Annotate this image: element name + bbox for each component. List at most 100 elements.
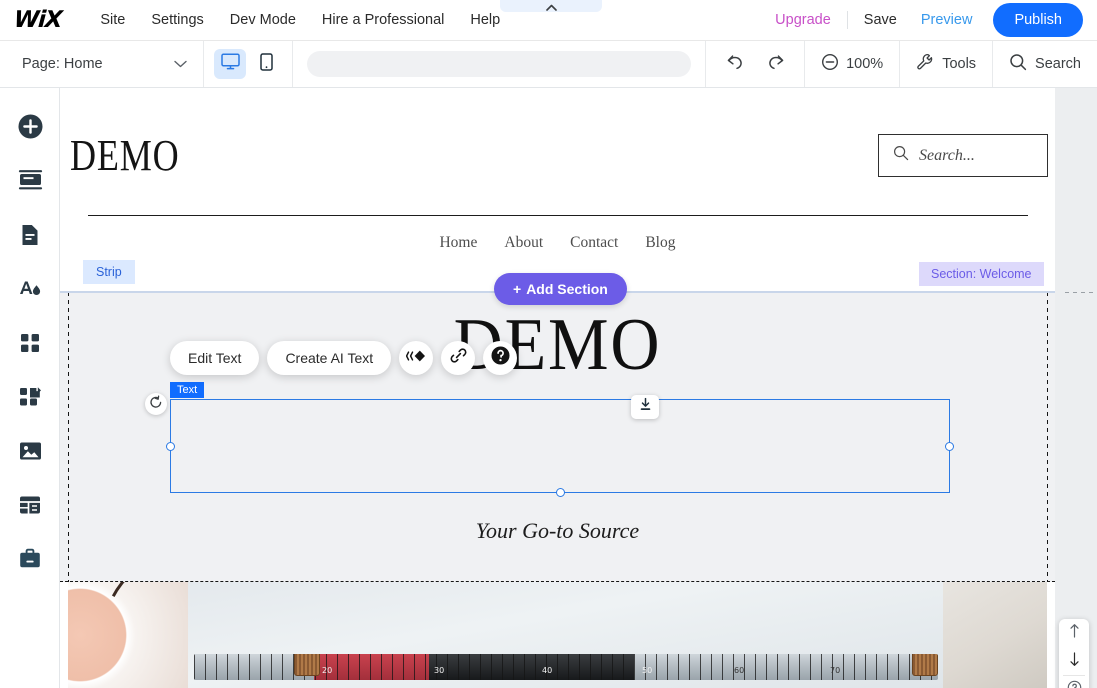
wrench-icon (916, 53, 934, 76)
add-section-label: Add Section (526, 281, 608, 297)
device-switcher (204, 41, 293, 87)
image-center-panel: 20 30 40 50 60 70 (188, 582, 943, 688)
add-plus-icon (17, 113, 44, 145)
link-button[interactable] (441, 341, 475, 375)
scroll-down-button[interactable] (1059, 647, 1089, 675)
app-market-icon (18, 385, 43, 414)
create-ai-text-button[interactable]: Create AI Text (267, 341, 391, 375)
scroll-up-button[interactable] (1059, 619, 1089, 647)
section-icon (18, 168, 43, 198)
desktop-icon (221, 53, 240, 75)
save-element-button[interactable] (631, 395, 659, 419)
editor-search-input[interactable] (307, 51, 691, 77)
redo-button[interactable] (762, 50, 790, 78)
zoom-level-label: 100% (846, 56, 883, 72)
site-logo[interactable]: DEMO (70, 130, 180, 181)
page-selector[interactable]: Page: Home (0, 41, 204, 87)
nav-item-home[interactable]: Home (439, 234, 477, 252)
help-circle-icon (1067, 680, 1082, 688)
arrow-down-icon (1068, 651, 1081, 672)
animation-button[interactable] (399, 341, 433, 375)
save-button[interactable]: Save (852, 6, 909, 34)
nav-item-contact[interactable]: Contact (570, 234, 618, 252)
undo-button[interactable] (720, 50, 748, 78)
site-stage[interactable]: DEMO Search... Home About Contact Blog (60, 88, 1055, 688)
editor-toolbar: Page: Home (0, 41, 1097, 88)
ruler-graphic: 20 30 40 50 60 70 (194, 654, 938, 680)
top-menu: Site Settings Dev Mode Hire a Profession… (87, 6, 513, 34)
upgrade-link[interactable]: Upgrade (763, 6, 843, 34)
add-section-button[interactable]: + Add Section (494, 273, 627, 305)
download-save-icon (638, 397, 653, 417)
search-label: Search (1035, 56, 1081, 72)
sidebar-item-apps[interactable] (0, 318, 60, 372)
ruler-number: 30 (434, 666, 444, 675)
sidebar-item-business-tools[interactable] (0, 534, 60, 588)
search-icon (893, 145, 909, 166)
mobile-view-button[interactable] (250, 49, 282, 79)
left-sidebar (0, 88, 60, 688)
menu-item-hire-a-professional[interactable]: Hire a Professional (309, 6, 458, 34)
ruler-number: 40 (542, 666, 552, 675)
site-search-placeholder: Search... (919, 147, 975, 165)
resize-handle-left[interactable] (166, 442, 175, 451)
site-header[interactable]: DEMO Search... Home About Contact Blog (60, 88, 1055, 292)
image-left-panel (68, 582, 188, 688)
sidebar-item-add-section[interactable] (0, 156, 60, 210)
zoom-out-icon (821, 53, 839, 76)
history-controls (706, 41, 805, 87)
chevron-down-icon (174, 55, 187, 73)
hero-tagline[interactable]: Your Go-to Source (60, 518, 1055, 544)
editor-search-button[interactable]: Search (993, 41, 1097, 87)
sidebar-item-add-elements[interactable] (0, 102, 60, 156)
editor-quick-search (293, 41, 706, 87)
pages-icon (18, 223, 42, 252)
preview-button[interactable]: Preview (909, 6, 985, 34)
menu-item-site[interactable]: Site (87, 6, 138, 34)
ruler-number: 20 (322, 666, 332, 675)
menu-item-settings[interactable]: Settings (138, 6, 216, 34)
edit-text-button[interactable]: Edit Text (170, 341, 259, 375)
ruler-number: 70 (830, 666, 840, 675)
tools-menu[interactable]: Tools (900, 41, 993, 87)
theme-paint-icon (17, 277, 43, 306)
resize-handle-bottom[interactable] (556, 488, 565, 497)
sidebar-item-cms[interactable] (0, 480, 60, 534)
collapse-panel-handle[interactable] (500, 0, 602, 12)
site-search-box[interactable]: Search... (878, 134, 1048, 177)
nav-item-about[interactable]: About (504, 234, 543, 252)
ruler-number: 60 (734, 666, 744, 675)
chevron-up-icon (546, 4, 557, 11)
sidebar-item-pages-and-menu[interactable] (0, 210, 60, 264)
strip-label[interactable]: Strip (83, 260, 135, 284)
apps-grid-icon (18, 331, 42, 360)
resize-handle-right[interactable] (945, 442, 954, 451)
redo-icon (767, 53, 786, 75)
menu-item-dev-mode[interactable]: Dev Mode (217, 6, 309, 34)
help-button[interactable] (483, 341, 517, 375)
sidebar-item-app-market[interactable] (0, 372, 60, 426)
divider (847, 11, 848, 29)
page-selector-label: Page: Home (22, 56, 103, 72)
section-label[interactable]: Section: Welcome (919, 262, 1044, 286)
selected-text-element[interactable]: Text (170, 399, 950, 493)
publish-button[interactable]: Publish (993, 3, 1083, 37)
wix-logo[interactable]: WiX (13, 7, 62, 33)
rotate-handle[interactable] (145, 393, 167, 415)
help-icon (490, 345, 511, 371)
hero-image[interactable]: 20 30 40 50 60 70 (68, 582, 1047, 688)
canvas-help-button[interactable] (1059, 676, 1089, 688)
ruler-knob-right (912, 654, 938, 676)
sidebar-item-media[interactable] (0, 426, 60, 480)
element-type-badge[interactable]: Text (170, 382, 204, 398)
zoom-control[interactable]: 100% (805, 41, 900, 87)
element-float-toolbar: Edit Text Create AI Text (170, 341, 517, 375)
search-icon (1009, 53, 1027, 76)
tools-label: Tools (942, 56, 976, 72)
desktop-view-button[interactable] (214, 49, 246, 79)
editor-canvas[interactable]: DEMO Search... Home About Contact Blog (60, 88, 1097, 688)
arrow-up-icon (1068, 623, 1081, 644)
cms-table-icon (18, 494, 42, 521)
nav-item-blog[interactable]: Blog (645, 234, 675, 252)
sidebar-item-site-design[interactable] (0, 264, 60, 318)
